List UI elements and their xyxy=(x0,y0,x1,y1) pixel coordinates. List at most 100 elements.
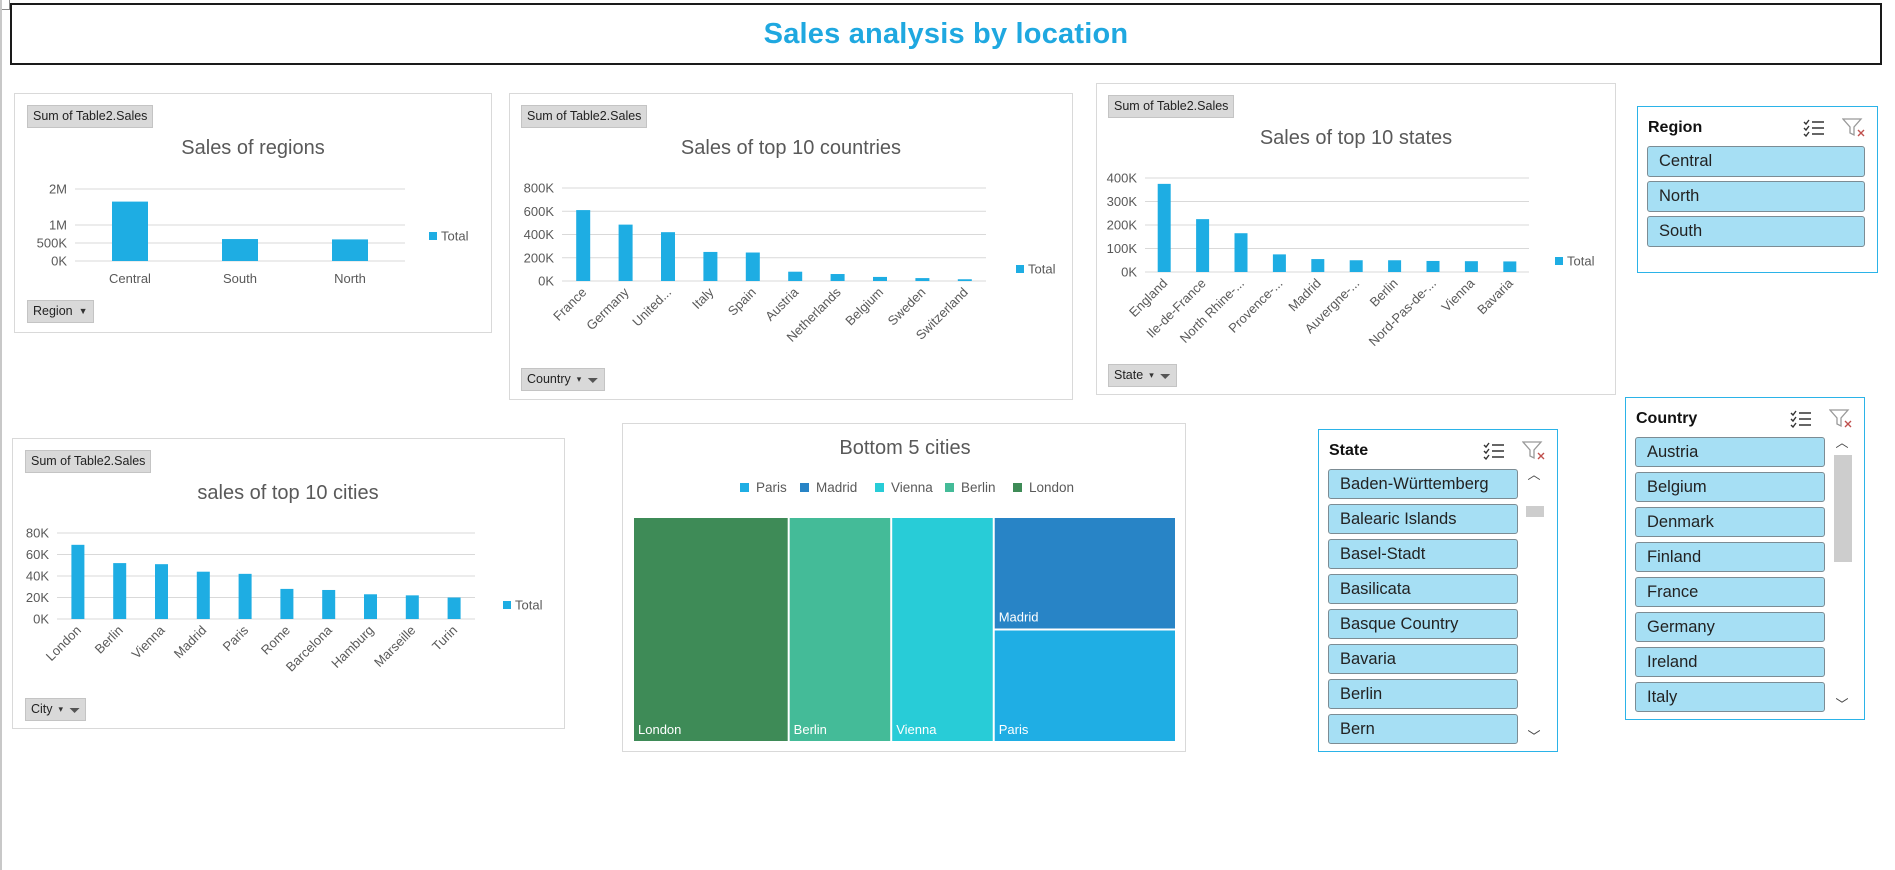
y-tick-label: 500K xyxy=(37,236,68,251)
slicer-item-austria[interactable]: Austria xyxy=(1635,437,1825,467)
bar-cities-1[interactable] xyxy=(113,563,127,619)
bar-cities-3[interactable] xyxy=(196,571,210,619)
bar-states-3[interactable] xyxy=(1272,254,1286,272)
y-tick-label: 200K xyxy=(1107,218,1138,233)
bar-states-2[interactable] xyxy=(1234,233,1248,272)
slicer-item-germany[interactable]: Germany xyxy=(1635,612,1825,642)
slicer-item-finland[interactable]: Finland xyxy=(1635,542,1825,572)
bar-cities-6[interactable] xyxy=(322,589,336,619)
field-button-sales[interactable]: Sum of Table2.Sales xyxy=(25,450,152,473)
treemap-cell-berlin[interactable] xyxy=(789,518,891,741)
x-tick-label: Germany xyxy=(583,284,632,333)
bar-states-8[interactable] xyxy=(1464,261,1478,272)
slicer-item-basel-stadt[interactable]: Basel-Stadt xyxy=(1328,539,1518,569)
slicer-item-south[interactable]: South xyxy=(1647,216,1865,247)
bar-regions-1[interactable] xyxy=(222,239,258,261)
clear-filter-icon[interactable] xyxy=(1521,440,1547,462)
clear-filter-icon[interactable] xyxy=(1841,117,1867,139)
bar-countries-9[interactable] xyxy=(957,279,972,281)
bar-countries-4[interactable] xyxy=(745,252,760,281)
field-button-sales[interactable]: Sum of Table2.Sales xyxy=(1108,95,1235,118)
slicer-scrollbar[interactable]: ︿ ﹀ xyxy=(1523,466,1545,746)
x-tick-label: Berlin xyxy=(92,623,126,657)
slicer-item-italy[interactable]: Italy xyxy=(1635,682,1825,712)
x-tick-label: Vienna xyxy=(1438,275,1478,315)
bar-states-4[interactable] xyxy=(1311,259,1325,272)
multi-select-icon[interactable] xyxy=(1481,440,1507,462)
bar-regions-2[interactable] xyxy=(332,239,368,261)
bar-states-1[interactable] xyxy=(1196,219,1210,272)
scroll-down-icon[interactable]: ﹀ xyxy=(1831,696,1853,714)
bar-cities-8[interactable] xyxy=(405,595,419,619)
legend-label: Total xyxy=(1567,254,1595,269)
bar-cities-0[interactable] xyxy=(71,544,85,619)
bar-countries-5[interactable] xyxy=(788,271,803,281)
bar-regions-0[interactable] xyxy=(112,201,148,261)
slicer-item-belgium[interactable]: Belgium xyxy=(1635,472,1825,502)
chart-countries[interactable]: Sales of top 10 countries 0K 200K 400K 600K 8… xyxy=(509,93,1073,400)
chart-bottom-cities[interactable]: Bottom 5 cities Paris Madrid Vienna Berlin Lo… xyxy=(622,423,1186,752)
bar-states-5[interactable] xyxy=(1349,260,1363,272)
scroll-thumb[interactable] xyxy=(1834,455,1852,562)
field-button-sales[interactable]: Sum of Table2.Sales xyxy=(27,105,154,128)
slicer-item-bavaria[interactable]: Bavaria xyxy=(1328,644,1518,674)
chart-states-plot: Sales of top 10 states 0K 100K 200K 300K 400K… xyxy=(1107,127,1595,349)
treemap-cell-london[interactable] xyxy=(634,518,788,741)
treemap-cell-vienna[interactable] xyxy=(892,518,993,741)
field-button-sales[interactable]: Sum of Table2.Sales xyxy=(521,105,648,128)
slicer-state[interactable]: State Baden-Württemberg Balearic Islands B… xyxy=(1318,429,1558,752)
bar-countries-0[interactable] xyxy=(576,210,591,281)
bar-states-7[interactable] xyxy=(1426,260,1440,272)
bar-cities-9[interactable] xyxy=(447,597,461,620)
slicer-item-ireland[interactable]: Ireland xyxy=(1635,647,1825,677)
bar-cities-2[interactable] xyxy=(155,564,168,619)
bar-states-6[interactable] xyxy=(1388,260,1402,272)
slicer-item-north[interactable]: North xyxy=(1647,181,1865,212)
bar-countries-2[interactable] xyxy=(661,232,675,281)
chart-cities[interactable]: sales of top 10 cities 0K 20K 40K 60K 80K Lond… xyxy=(12,438,565,729)
bar-countries-7[interactable] xyxy=(873,276,887,281)
slicer-region[interactable]: Region Central North South xyxy=(1637,106,1878,273)
multi-select-icon[interactable] xyxy=(1788,408,1814,430)
scroll-down-icon[interactable]: ﹀ xyxy=(1523,728,1545,746)
filter-button-state[interactable]: State ▾ ⏷ xyxy=(1108,364,1177,387)
clear-filter-icon[interactable] xyxy=(1828,408,1854,430)
filter-button-country[interactable]: Country ▾ ⏷ xyxy=(521,368,605,391)
filter-button-city[interactable]: City ▾ ⏷ xyxy=(25,698,87,721)
slicer-item-central[interactable]: Central xyxy=(1647,146,1865,177)
chart-regions[interactable]: Sales of regions 0K 500K 1M 2M Central South No… xyxy=(14,93,492,333)
slicer-header: Region xyxy=(1648,113,1867,143)
chart-title: Sales of regions xyxy=(181,137,324,159)
bar-states-0[interactable] xyxy=(1157,183,1171,272)
bar-cities-5[interactable] xyxy=(280,588,294,619)
bar-countries-6[interactable] xyxy=(830,274,845,281)
slicer-item-france[interactable]: France xyxy=(1635,577,1825,607)
bar-countries-3[interactable] xyxy=(703,251,718,281)
slicer-country[interactable]: Country Austria Belgium Denmark Finland Fran… xyxy=(1625,397,1865,720)
bar-countries-1[interactable] xyxy=(618,224,633,281)
dashboard-title-box[interactable]: Sales analysis by location xyxy=(10,3,1882,65)
filter-button-region[interactable]: Region ▼ xyxy=(27,300,94,323)
scroll-up-icon[interactable]: ︿ xyxy=(1523,466,1545,484)
slicer-item-denmark[interactable]: Denmark xyxy=(1635,507,1825,537)
bar-countries-8[interactable] xyxy=(915,278,930,281)
chart-states[interactable]: Sales of top 10 states 0K 100K 200K 300K 400K… xyxy=(1096,83,1616,395)
bar-states-9[interactable] xyxy=(1503,261,1517,272)
scroll-thumb[interactable] xyxy=(1526,506,1544,517)
slicer-item-balearic-islands[interactable]: Balearic Islands xyxy=(1328,504,1518,534)
slicer-item-berlin[interactable]: Berlin xyxy=(1328,679,1518,709)
x-tick-label: Barcelona xyxy=(283,622,336,675)
legend-swatch xyxy=(740,483,749,492)
slicer-scrollbar[interactable]: ︿ ﹀ xyxy=(1831,434,1853,714)
bar-cities-7[interactable] xyxy=(364,594,377,619)
slicer-item-baden-w-rttemberg[interactable]: Baden-Württemberg xyxy=(1328,469,1518,499)
slicer-item-bern[interactable]: Bern xyxy=(1328,714,1518,744)
x-tick-label: United... xyxy=(629,285,674,330)
bar-cities-4[interactable] xyxy=(238,573,252,619)
y-tick-label: 0K xyxy=(538,274,554,289)
slicer-item-basque-country[interactable]: Basque Country xyxy=(1328,609,1518,639)
slicer-item-basilicata[interactable]: Basilicata xyxy=(1328,574,1518,604)
multi-select-icon[interactable] xyxy=(1801,117,1827,139)
y-tick-label: 20K xyxy=(26,590,49,605)
scroll-up-icon[interactable]: ︿ xyxy=(1831,434,1853,452)
